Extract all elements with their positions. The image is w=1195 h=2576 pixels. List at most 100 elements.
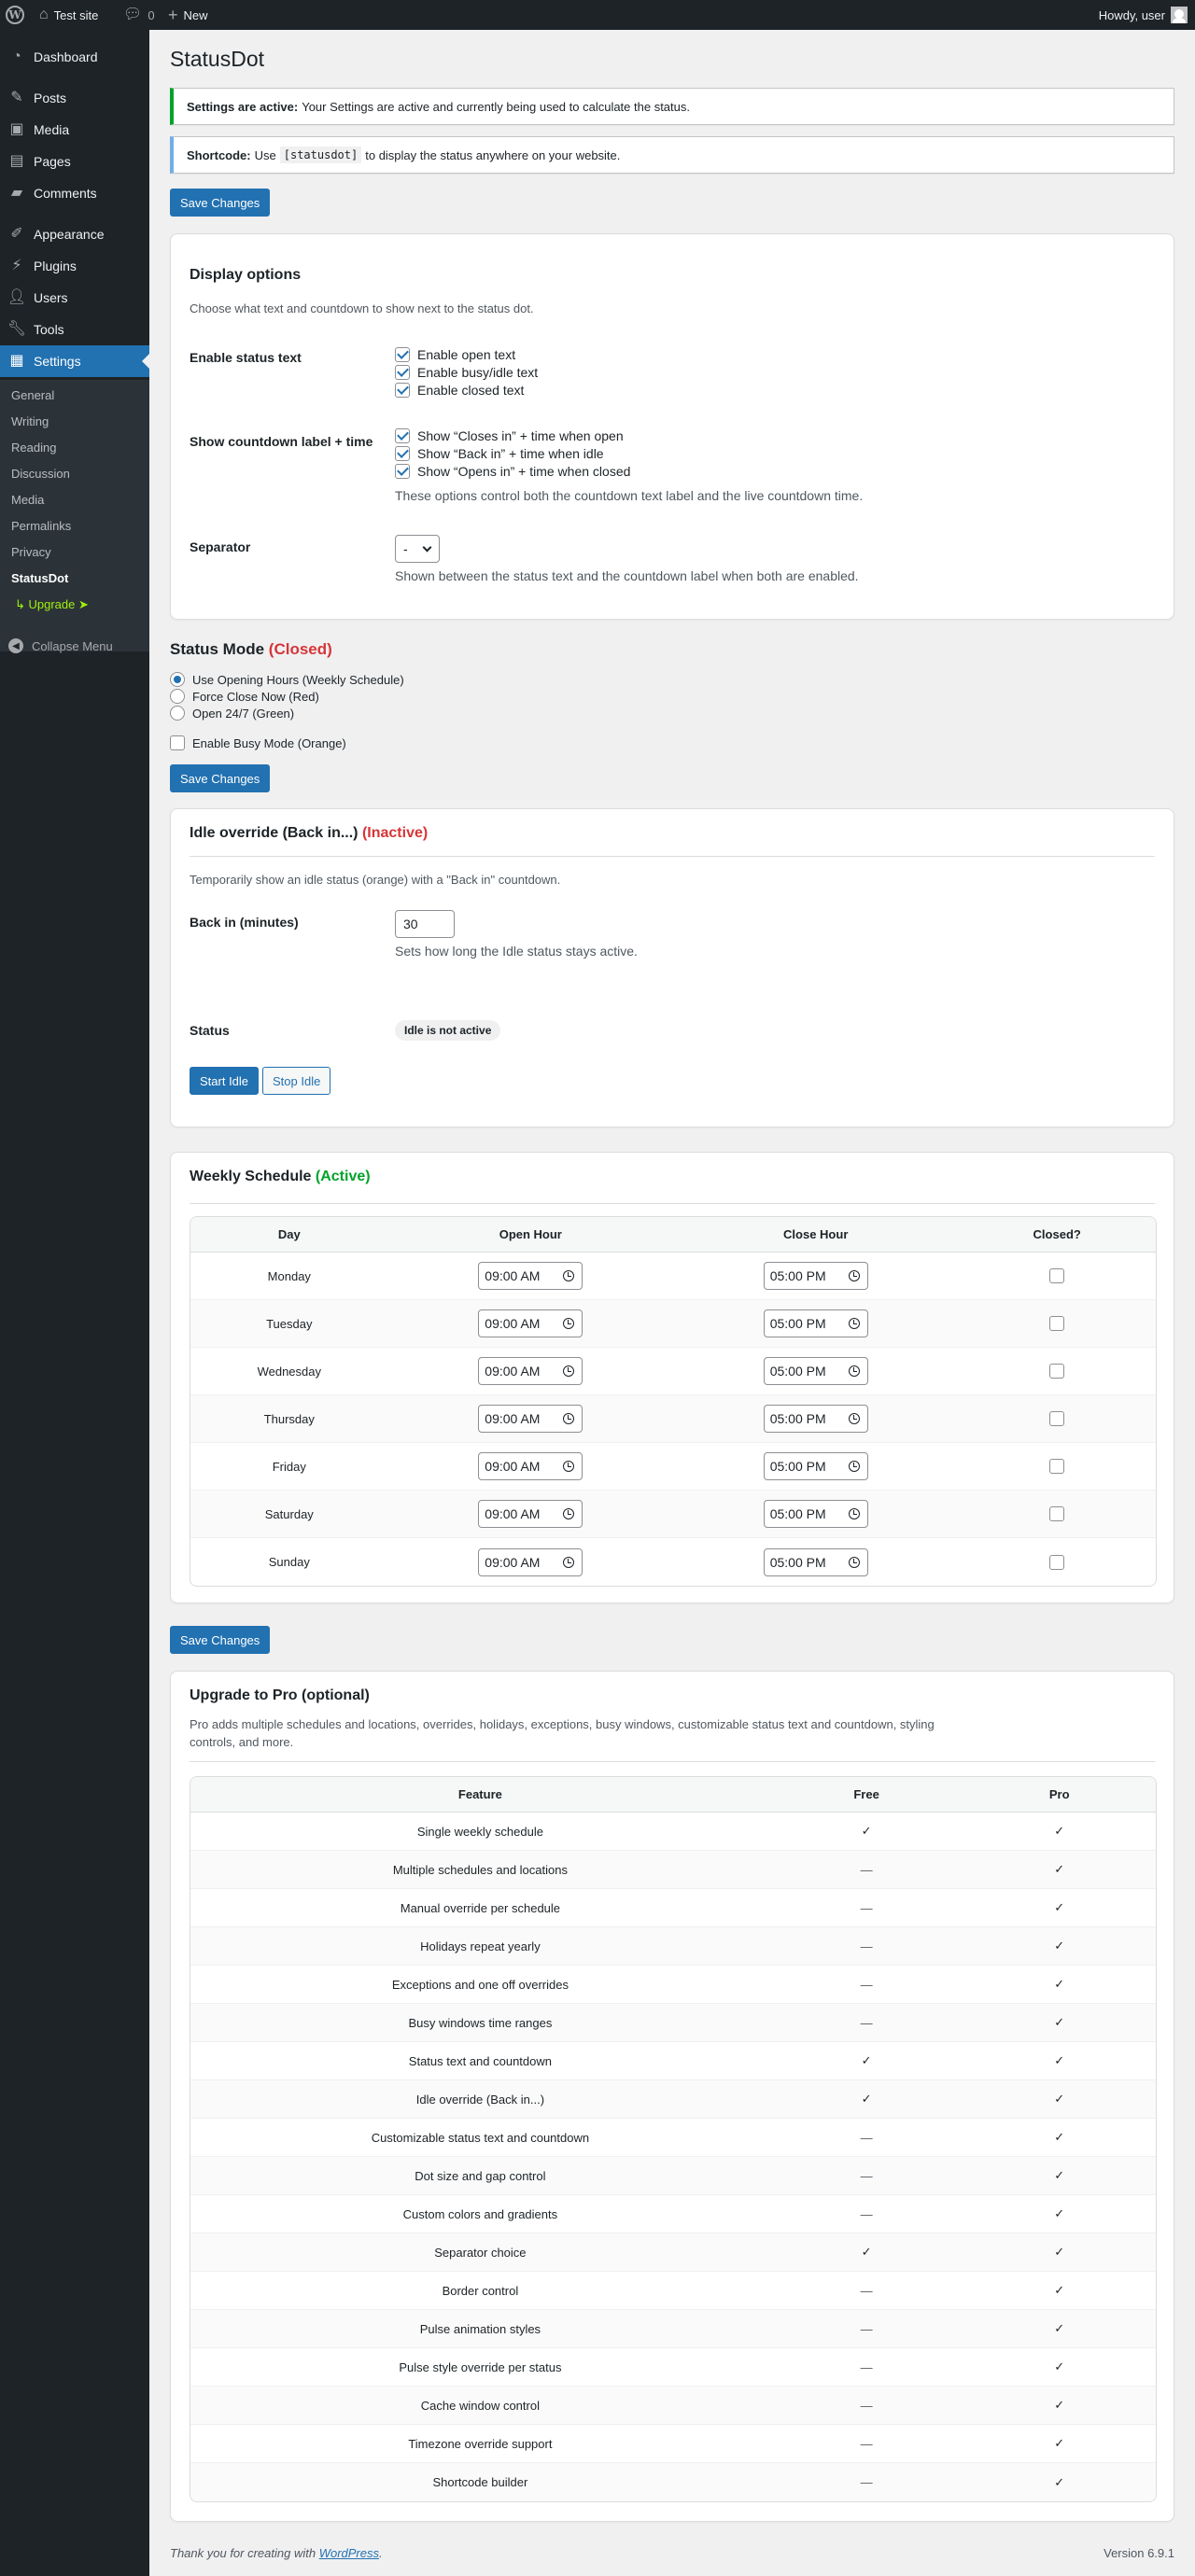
sidebar-item-users[interactable]: 👤︎ Users [0,282,149,314]
sidebar-item-settings[interactable]: ▦ Settings [0,345,149,377]
enable-open-text-checkbox[interactable]: Enable open text [395,347,515,362]
busy-mode-checkbox[interactable]: Enable Busy Mode (Orange) [170,735,346,750]
sidebar-item-dashboard[interactable]: ◔ Dashboard [0,41,149,73]
new-content-link[interactable]: + New [168,0,208,30]
mode-force-close-radio[interactable]: Force Close Now (Red) [170,689,319,704]
sidebar-item-plugins[interactable]: ⚡ Plugins [0,250,149,282]
clock-icon[interactable] [563,1413,575,1424]
open-hour-value: 09:00 AM [485,1364,541,1379]
open-hour-input[interactable]: 09:00 AM [478,1357,583,1385]
sidebar-item-label: Dashboard [34,49,98,64]
sidebar-item-comments[interactable]: ▰ Comments [0,177,149,209]
comment-icon: ▰ [10,185,23,201]
footer-thanks-text: Thank you for creating with [170,2546,316,2560]
enable-closed-text-checkbox[interactable]: Enable closed text [395,383,524,398]
clock-icon[interactable] [848,1413,860,1424]
closed-checkbox[interactable] [1049,1554,1065,1570]
close-hour-input[interactable]: 05:00 PM [763,1405,868,1433]
open-hour-input[interactable]: 09:00 AM [478,1262,583,1290]
divider [190,1761,1155,1762]
feature-cell: Multiple schedules and locations [392,1862,568,1877]
sidebar-item-posts[interactable]: ✎ Posts [0,82,149,114]
clock-icon[interactable] [848,1270,860,1281]
open-hour-input[interactable]: 09:00 AM [478,1452,583,1480]
closed-checkbox[interactable] [1049,1268,1065,1283]
site-name-link[interactable]: ⌂ Test site [39,0,98,30]
idle-title-text: Idle override (Back in...) [190,825,358,841]
open-hour-value: 09:00 AM [485,1268,541,1283]
back-in-minutes-input[interactable] [395,910,455,938]
submenu-item-reading[interactable]: Reading [11,439,56,457]
clock-icon[interactable] [848,1508,860,1519]
sidebar-item-label: Pages [34,154,71,169]
page-title: StatusDot [170,47,264,71]
closed-cell [958,1443,1156,1490]
save-button-mode[interactable]: Save Changes [170,764,271,792]
open-hour-input[interactable]: 09:00 AM [478,1405,583,1433]
page-icon: ▤ [9,153,24,169]
clock-icon[interactable] [563,1508,575,1519]
submenu-item-statusdot[interactable]: StatusDot [11,569,68,588]
closed-checkbox[interactable] [1049,1316,1065,1331]
comments-link[interactable]: 💬︎ 0 [123,0,155,30]
submenu-item-writing[interactable]: Writing [11,413,49,431]
open-hour-value: 09:00 AM [485,1316,541,1331]
dash-icon: — [860,2015,873,2030]
submenu-item-privacy[interactable]: Privacy [11,543,51,562]
mode-open-247-radio[interactable]: Open 24/7 (Green) [170,706,294,721]
collapse-menu-button[interactable]: ◀ Collapse Menu [0,630,149,662]
close-hour-input[interactable]: 05:00 PM [763,1452,868,1480]
close-hour-input[interactable]: 05:00 PM [763,1262,868,1290]
closed-checkbox[interactable] [1049,1506,1065,1521]
closed-checkbox[interactable] [1049,1459,1065,1474]
open-hour-input[interactable]: 09:00 AM [478,1547,583,1576]
clock-icon[interactable] [563,1270,575,1281]
clock-icon[interactable] [563,1461,575,1472]
open-hour-input[interactable]: 09:00 AM [478,1500,583,1528]
footer-thanks-post: . [379,2546,383,2560]
submenu-item-discussion[interactable]: Discussion [11,465,70,483]
my-account-link[interactable]: Howdy, user [1099,0,1188,30]
stop-idle-button[interactable]: Stop Idle [262,1067,331,1095]
sidebar-item-media[interactable]: ▣ Media [0,114,149,146]
show-opens-in-checkbox[interactable]: Show “Opens in” + time when closed [395,464,630,479]
submenu-item-upgrade[interactable]: ↳ Upgrade ➤ [15,595,89,614]
clock-icon[interactable] [563,1318,575,1329]
clock-icon[interactable] [848,1556,860,1568]
notice-active-text: Your Settings are active and currently b… [302,99,690,114]
save-button-top[interactable]: Save Changes [170,189,271,217]
sidebar-item-appearance[interactable]: ✐ Appearance [0,218,149,250]
close-hour-cell: 05:00 PM [673,1395,958,1442]
separator-value: - [403,541,408,556]
close-hour-input[interactable]: 05:00 PM [763,1547,868,1576]
submenu-item-media[interactable]: Media [11,491,44,510]
start-idle-button[interactable]: Start Idle [190,1067,260,1095]
submenu-item-general[interactable]: General [11,386,54,405]
clock-icon[interactable] [848,1318,860,1329]
closed-checkbox[interactable] [1049,1411,1065,1426]
submenu-item-permalinks[interactable]: Permalinks [11,517,71,536]
separator-select[interactable]: - [395,535,440,563]
wordpress-link[interactable]: WordPress [319,2546,379,2560]
sidebar-item-tools[interactable]: 🔧︎ Tools [0,314,149,345]
save-button-schedule[interactable]: Save Changes [170,1626,271,1654]
sidebar-item-pages[interactable]: ▤ Pages [0,146,149,177]
close-hour-input[interactable]: 05:00 PM [763,1357,868,1385]
back-in-label: Back in (minutes) [190,915,299,930]
clock-icon[interactable] [563,1365,575,1377]
open-hour-input[interactable]: 09:00 AM [478,1309,583,1337]
clock-icon[interactable] [848,1365,860,1377]
close-hour-input[interactable]: 05:00 PM [763,1309,868,1337]
clock-icon[interactable] [563,1556,575,1568]
enable-busy-text-checkbox[interactable]: Enable busy/idle text [395,365,538,380]
clock-icon[interactable] [848,1461,860,1472]
close-hour-input[interactable]: 05:00 PM [763,1500,868,1528]
show-back-in-checkbox[interactable]: Show “Back in” + time when idle [395,446,604,461]
day-cell: Wednesday [257,1364,321,1379]
show-closes-in-checkbox[interactable]: Show “Closes in” + time when open [395,428,624,443]
schedule-title: Weekly Schedule (Active) [190,1169,371,1185]
wordpress-logo-button[interactable]: W [6,0,24,30]
mode-opening-hours-radio[interactable]: Use Opening Hours (Weekly Schedule) [170,672,404,687]
closed-checkbox[interactable] [1049,1364,1065,1379]
site-name: Test site [53,7,99,22]
